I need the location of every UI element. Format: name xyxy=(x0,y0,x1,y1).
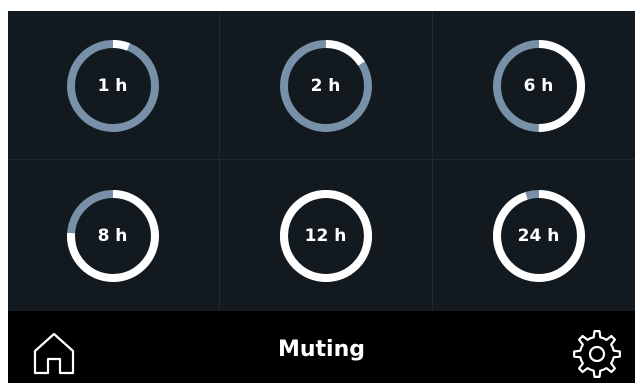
settings-button[interactable] xyxy=(570,327,624,381)
duration-ring: 24 h xyxy=(489,186,589,286)
gear-icon xyxy=(573,330,621,378)
gear-outline xyxy=(573,330,621,378)
duration-grid: 1 h 2 h 6 h 8 h 12 h 24 h xyxy=(8,11,635,311)
duration-option-8h[interactable]: 8 h xyxy=(8,161,217,311)
duration-ring: 2 h xyxy=(276,36,376,136)
duration-option-1h[interactable]: 1 h xyxy=(8,11,217,161)
duration-option-24h[interactable]: 24 h xyxy=(434,161,643,311)
page-title: Muting xyxy=(277,337,366,362)
duration-label: 12 h xyxy=(304,226,347,246)
duration-ring: 12 h xyxy=(276,186,376,286)
duration-ring: 8 h xyxy=(63,186,163,286)
duration-label: 8 h xyxy=(97,226,128,246)
grid-divider xyxy=(432,11,433,311)
duration-label: 2 h xyxy=(310,76,341,96)
bottom-bar: Muting xyxy=(8,311,635,383)
duration-option-6h[interactable]: 6 h xyxy=(434,11,643,161)
duration-option-12h[interactable]: 12 h xyxy=(221,161,430,311)
duration-label: 24 h xyxy=(517,226,560,246)
duration-label: 1 h xyxy=(97,76,128,96)
muting-screen: 1 h 2 h 6 h 8 h 12 h 24 h Muting xyxy=(8,11,635,383)
duration-label: 6 h xyxy=(523,76,554,96)
grid-divider xyxy=(219,11,220,311)
duration-ring: 1 h xyxy=(63,36,163,136)
duration-option-2h[interactable]: 2 h xyxy=(221,11,430,161)
duration-ring: 6 h xyxy=(489,36,589,136)
